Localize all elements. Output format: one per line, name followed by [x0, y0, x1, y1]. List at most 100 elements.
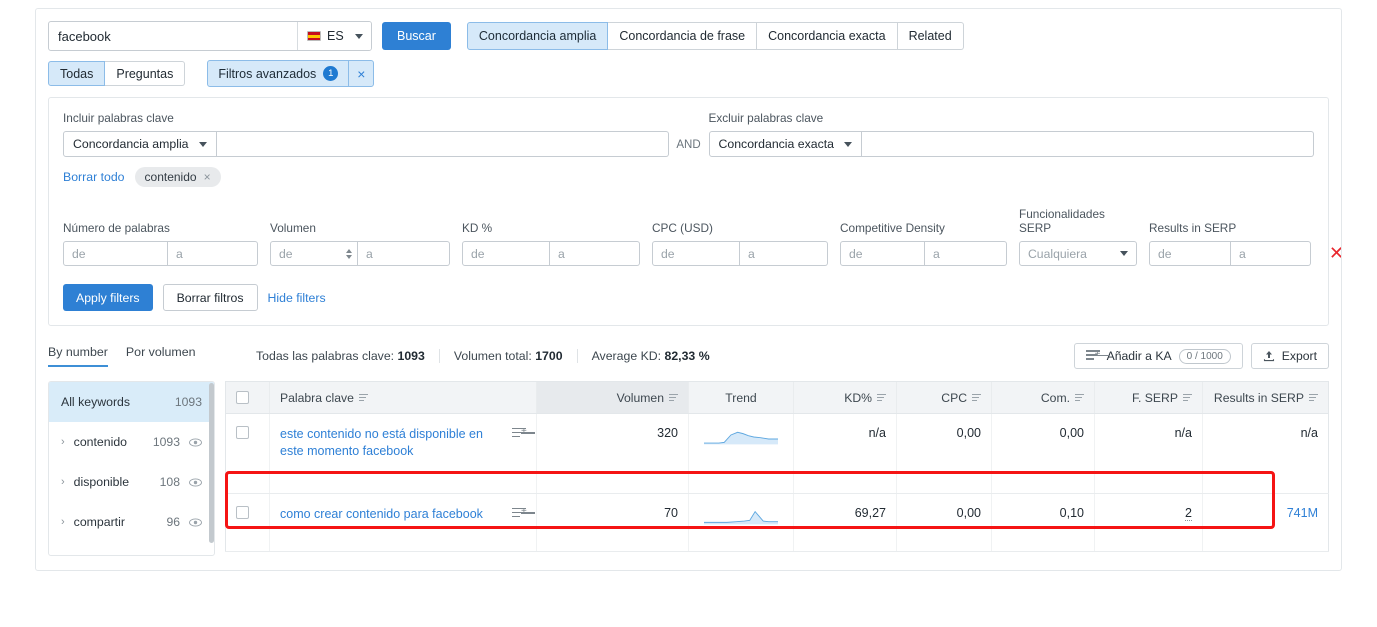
metric-label: Funcionalidades SERP	[1019, 207, 1105, 235]
cpc-to-input[interactable]	[740, 241, 828, 266]
metric-filter-kd: KD %	[462, 221, 640, 266]
cpc-from-input[interactable]	[652, 241, 740, 266]
exclude-match-value: Concordancia exacta	[718, 137, 835, 151]
header-results-in-serp[interactable]: Results in SERP	[1202, 381, 1329, 414]
header-kd[interactable]: KD%	[793, 381, 897, 414]
exclude-match-select[interactable]: Concordancia exacta	[708, 131, 863, 157]
serp-features-select[interactable]: Cualquiera	[1019, 241, 1137, 266]
clear-filters-button[interactable]: Borrar filtros	[162, 284, 258, 311]
header-label: Com.	[1040, 390, 1070, 405]
row-f-serp-cell: 2	[1094, 493, 1203, 552]
export-button[interactable]: Export	[1250, 343, 1329, 369]
words-to-input[interactable]	[168, 241, 258, 266]
stat-value: 1093	[397, 349, 425, 363]
advanced-filters-button[interactable]: Filtros avanzados 1	[208, 61, 348, 86]
table-row[interactable]: este contenido no está disponible en est…	[225, 413, 1329, 494]
density-from-input[interactable]	[840, 241, 925, 266]
select-all-header	[225, 381, 270, 414]
keyword-magic-tool-panel: ES Buscar Concordancia amplia Concordanc…	[35, 8, 1342, 571]
tab-concordancia-exacta[interactable]: Concordancia exacta	[757, 22, 898, 50]
metric-filter-volumen: Volumen	[270, 221, 450, 266]
kd-to-input[interactable]	[550, 241, 640, 266]
keyword-groups-sidebar: All keywords 1093 › contenido 1093 › dis…	[48, 381, 215, 556]
advanced-filters-panel: Incluir palabras clave Concordancia ampl…	[48, 97, 1341, 326]
hide-filters-link[interactable]: Hide filters	[268, 291, 326, 305]
segment-preguntas[interactable]: Preguntas	[105, 61, 186, 86]
keywords-table-wrapper: Palabra clave Volumen Trend KD% CPC Com.…	[225, 381, 1329, 556]
row-trend-cell	[688, 413, 794, 494]
add-to-keyword-analyzer-button[interactable]: + Añadir a KA 0 / 1000	[1073, 343, 1243, 369]
row-select-cell	[225, 493, 270, 552]
row-checkbox[interactable]	[236, 506, 249, 519]
sidebar-item-count: 1093	[152, 435, 180, 449]
tab-by-number[interactable]: By number	[48, 345, 108, 367]
keywords-table: Palabra clave Volumen Trend KD% CPC Com.…	[225, 381, 1329, 552]
header-volume[interactable]: Volumen	[536, 381, 689, 414]
advanced-filters-label: Filtros avanzados	[218, 66, 317, 81]
add-keyword-icon[interactable]: +	[512, 426, 535, 441]
eye-icon[interactable]	[189, 516, 202, 529]
include-match-select[interactable]: Concordancia amplia	[63, 131, 217, 157]
include-keywords-input[interactable]	[216, 131, 669, 157]
close-icon[interactable]: ×	[204, 170, 211, 184]
header-f-serp[interactable]: F. SERP	[1094, 381, 1203, 414]
language-selector[interactable]: ES	[297, 22, 371, 50]
search-button[interactable]: Buscar	[382, 22, 451, 50]
metric-filter-cpc: CPC (USD)	[652, 221, 828, 266]
apply-filters-button[interactable]: Apply filters	[63, 284, 153, 311]
sidebar-item-compartir[interactable]: › compartir 96	[49, 502, 214, 542]
remove-filter-row-icon[interactable]: ✕	[1329, 243, 1341, 266]
chevron-down-icon	[355, 33, 363, 39]
sidebar-item-contenido[interactable]: › contenido 1093	[49, 422, 214, 462]
sidebar-item-count: 1093	[174, 395, 202, 409]
eye-icon[interactable]	[189, 436, 202, 449]
header-com[interactable]: Com.	[991, 381, 1095, 414]
clear-all-link[interactable]: Borrar todo	[63, 170, 125, 184]
sidebar-scrollbar[interactable]	[209, 383, 214, 543]
metric-label: Número de palabras	[63, 221, 170, 235]
sidebar-item-disponible[interactable]: › disponible 108	[49, 462, 214, 502]
header-label: F. SERP	[1131, 390, 1178, 405]
row-keyword-cell: como crear contenido para facebook +	[269, 493, 537, 552]
eye-icon[interactable]	[189, 476, 202, 489]
header-keyword[interactable]: Palabra clave	[269, 381, 537, 414]
tab-por-volumen[interactable]: Por volumen	[126, 345, 196, 367]
sidebar-item-count: 96	[166, 515, 180, 529]
results-to-input[interactable]	[1231, 241, 1311, 266]
f-serp-link[interactable]: 2	[1185, 506, 1192, 521]
sort-icon	[877, 393, 886, 402]
segment-todas[interactable]: Todas	[48, 61, 106, 86]
keyword-input[interactable]	[49, 22, 297, 50]
tab-concordancia-de-frase[interactable]: Concordancia de frase	[608, 22, 758, 50]
results-toolbar: By number Por volumen Todas las palabras…	[36, 326, 1341, 371]
density-to-input[interactable]	[925, 241, 1007, 266]
exclude-keywords-group: Excluir palabras clave Concordancia exac…	[708, 111, 1314, 157]
row-trend-cell	[688, 493, 794, 552]
results-from-input[interactable]	[1149, 241, 1231, 266]
tab-related[interactable]: Related	[897, 22, 964, 50]
volume-to-input[interactable]	[358, 241, 450, 266]
trend-sparkline	[704, 510, 778, 525]
add-keyword-icon[interactable]: +	[512, 506, 535, 521]
tab-concordancia-amplia[interactable]: Concordancia amplia	[466, 22, 609, 50]
keyword-link[interactable]: como crear contenido para facebook	[280, 506, 502, 523]
row-results-cell: 741M	[1202, 493, 1329, 552]
clear-advanced-filters-icon[interactable]: ×	[348, 61, 373, 86]
metric-filter-serp-features: Funcionalidades SERP Cualquiera	[1019, 207, 1137, 266]
header-label: KD%	[844, 390, 872, 405]
sidebar-item-all-keywords[interactable]: All keywords 1093	[49, 382, 214, 422]
keyword-link[interactable]: este contenido no está disponible en est…	[280, 426, 502, 460]
words-from-input[interactable]	[63, 241, 168, 266]
table-row[interactable]: como crear contenido para facebook + 70 …	[225, 493, 1329, 552]
row-com-cell: 0,10	[991, 493, 1095, 552]
volume-from-input[interactable]	[270, 241, 358, 266]
metric-label: Results in SERP	[1149, 221, 1237, 235]
select-all-checkbox[interactable]	[236, 391, 249, 404]
kd-from-input[interactable]	[462, 241, 550, 266]
metric-filters-row: Número de palabras Volumen KD %	[63, 207, 1341, 266]
row-checkbox[interactable]	[236, 426, 249, 439]
results-link[interactable]: 741M	[1287, 506, 1318, 520]
header-cpc[interactable]: CPC	[896, 381, 992, 414]
exclude-keywords-input[interactable]	[862, 131, 1314, 157]
include-keywords-group: Incluir palabras clave Concordancia ampl…	[63, 111, 669, 157]
